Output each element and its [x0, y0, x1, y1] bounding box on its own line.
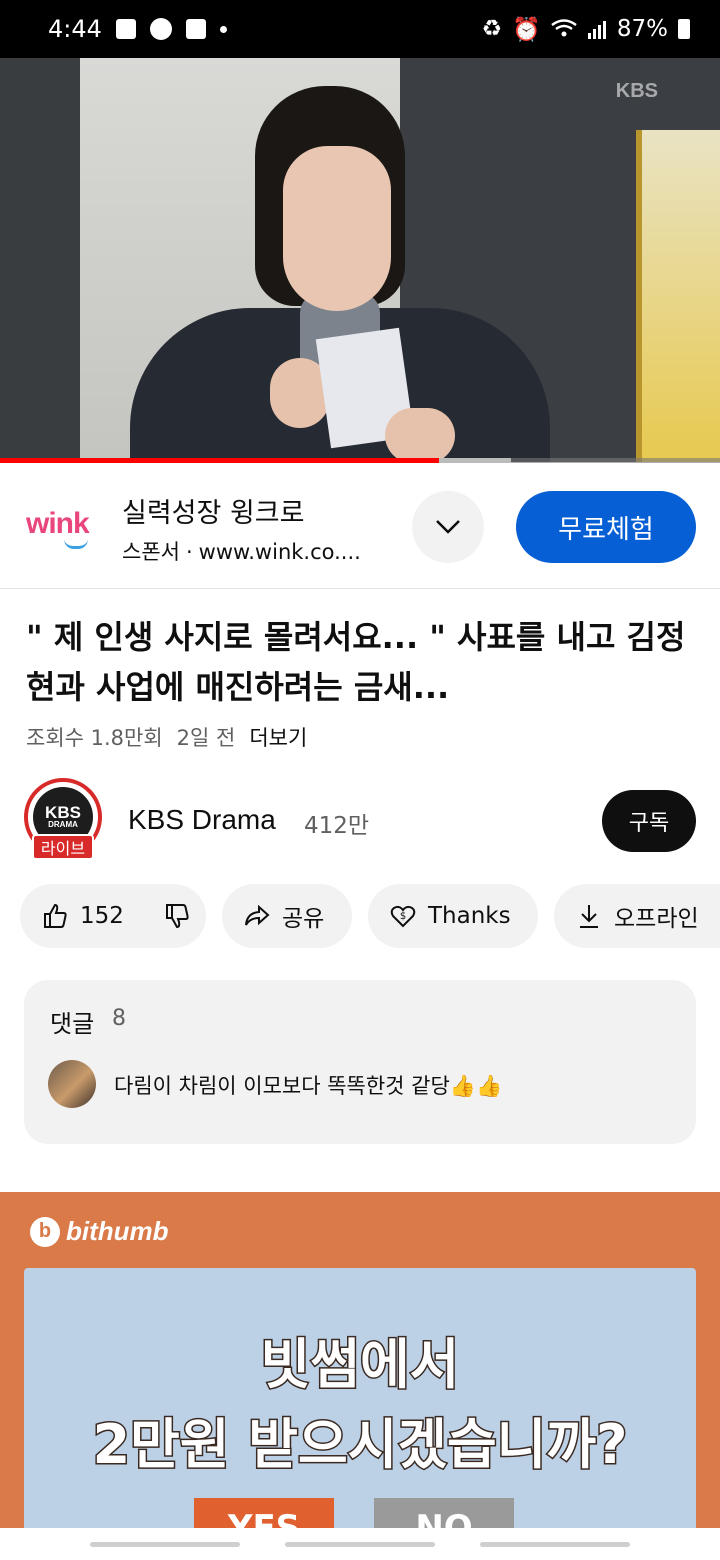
share-icon: [244, 903, 270, 929]
video-player[interactable]: KBS: [0, 58, 720, 462]
c-app-icon: [149, 18, 172, 40]
live-badge: 라이브: [32, 834, 94, 860]
thumbs-down-icon: [165, 904, 189, 929]
nav-back[interactable]: [480, 1542, 630, 1547]
ad-separator: ·: [185, 540, 193, 564]
super-thanks-icon: $: [390, 903, 416, 929]
video-scene-hand-right: [385, 408, 455, 462]
channel-avatar-subtext: DRAMA: [48, 820, 78, 829]
video-meta[interactable]: 조회수 1.8만회 2일 전 더보기: [26, 722, 307, 752]
thumbs-up-icon: [44, 903, 67, 928]
thanks-button[interactable]: $ Thanks: [368, 884, 538, 948]
sponsor-label: 스폰서: [122, 540, 180, 564]
signal-icon: [587, 21, 606, 39]
banner-ad[interactable]: b bithumb 빗썸에서 2만원 받으시겠습니까? YES NO: [0, 1192, 720, 1532]
wifi-icon: [551, 19, 577, 37]
battery-percent: 87%: [616, 16, 668, 42]
status-right: ♻ ⏰ 87%: [482, 16, 690, 43]
nav-recents[interactable]: [90, 1542, 240, 1547]
share-label: 공유: [282, 906, 325, 932]
ad-title: 실력성장 윙크로: [122, 498, 305, 529]
bithumb-mark-icon: b: [30, 1216, 60, 1247]
download-icon: [576, 903, 602, 929]
status-left: 4:44: [48, 15, 227, 43]
chevron-down-icon: [436, 520, 460, 534]
top-comment-text: 다림이 차림이 이모보다 똑똑한것 같당👍👍: [114, 1074, 503, 1098]
like-dislike-chip: 152: [20, 884, 206, 948]
recycle-icon: ♻: [481, 16, 503, 42]
banner-headline-1: 빗썸에서: [259, 1332, 461, 1398]
channel-avatar-text: KBS: [45, 803, 81, 822]
banner-headline-2: 2만원 받으시겠습니까?: [91, 1412, 629, 1478]
gallery-icon: [115, 19, 136, 39]
sponsored-ad-row[interactable]: wink 실력성장 윙크로 스폰서 · www.wink.co.... 무료체험: [0, 463, 720, 589]
dot-icon: [219, 25, 227, 33]
ad-url: www.wink.co....: [198, 540, 361, 564]
video-title[interactable]: " 제 인생 사지로 몰려서요... " 사표를 내고 김정현과 사업에 매진하…: [26, 612, 706, 712]
battery-icon: [678, 19, 690, 39]
ad-expand-button[interactable]: [412, 491, 484, 563]
ad-cta-button[interactable]: 무료체험: [516, 491, 696, 563]
share-button[interactable]: 공유: [222, 884, 352, 948]
comments-count: 8: [112, 1006, 126, 1031]
banner-yes-button[interactable]: YES: [194, 1498, 334, 1532]
comments-header: 댓글: [50, 1010, 95, 1038]
video-scene-left: [0, 58, 80, 462]
subscribe-button[interactable]: 구독: [602, 790, 696, 852]
alarm-icon: ⏰: [512, 16, 541, 43]
channel-name[interactable]: KBS Drama: [128, 804, 276, 836]
subscriber-count: 412만: [304, 813, 370, 839]
offline-label: 오프라인: [614, 906, 699, 932]
video-scene-face: [283, 146, 391, 311]
banner-no-button[interactable]: NO: [374, 1498, 514, 1532]
status-time: 4:44: [48, 15, 102, 43]
like-button[interactable]: [42, 903, 68, 929]
thanks-label: Thanks: [428, 903, 511, 929]
wink-logo: wink: [26, 507, 90, 540]
bithumb-logo: b bithumb: [30, 1216, 169, 1247]
view-count: 조회수 1.8만회: [26, 726, 163, 750]
like-count: 152: [80, 903, 124, 929]
video-watermark: KBS: [615, 80, 658, 102]
commenter-avatar: [48, 1060, 96, 1108]
system-nav-bar: [0, 1528, 720, 1560]
nav-home[interactable]: [285, 1542, 435, 1547]
svg-text:$: $: [400, 911, 406, 922]
banner-ad-panel: 빗썸에서 2만원 받으시겠습니까? YES NO: [24, 1268, 696, 1532]
dashboard-icon: [185, 19, 206, 39]
video-scene-panel: [636, 130, 720, 462]
download-button[interactable]: 오프라인: [554, 884, 720, 948]
upload-age: 2일 전: [176, 726, 236, 750]
status-bar: 4:44 ♻ ⏰ 87%: [0, 0, 720, 58]
ad-subtitle: 스폰서 · www.wink.co....: [122, 536, 361, 566]
comments-section[interactable]: 댓글 8 다림이 차림이 이모보다 똑똑한것 같당👍👍: [24, 980, 696, 1144]
more-link[interactable]: 더보기: [249, 722, 307, 752]
dislike-button[interactable]: [164, 903, 190, 929]
bithumb-brand: bithumb: [66, 1216, 169, 1246]
wink-logo-smile: [64, 539, 88, 549]
